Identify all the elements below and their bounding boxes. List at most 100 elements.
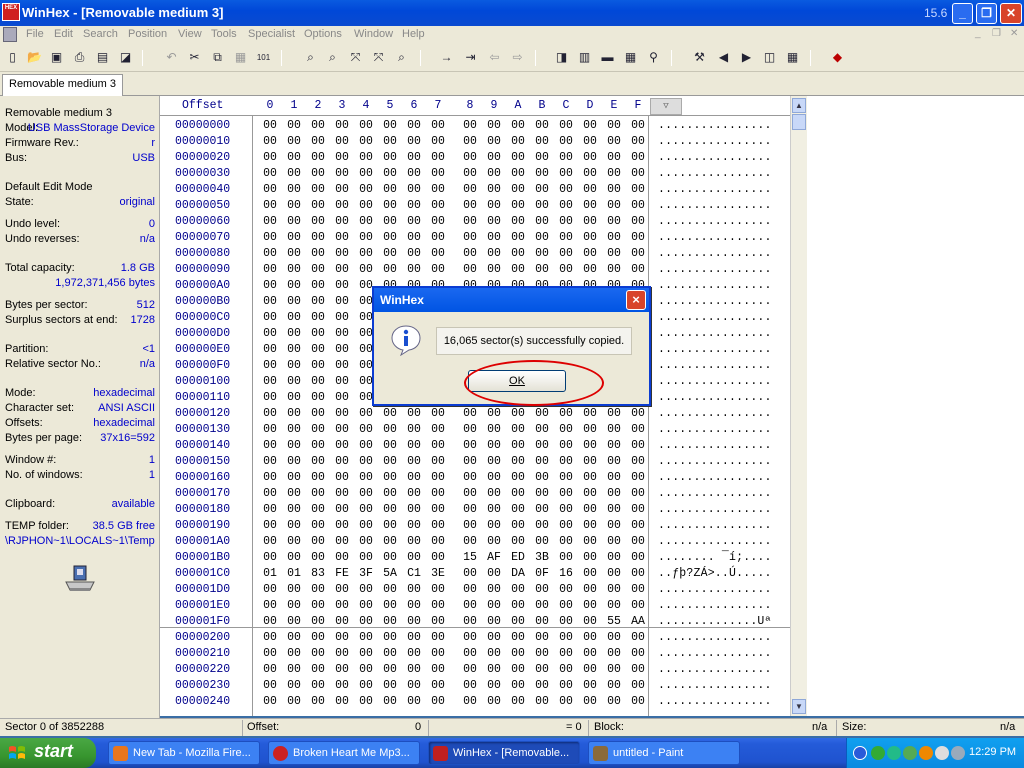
hex-byte[interactable]: 00 [428,519,448,532]
hex-byte[interactable]: 00 [604,119,624,132]
hex-byte[interactable]: 00 [260,279,280,292]
hex-byte[interactable]: 00 [308,295,328,308]
hex-byte[interactable]: 00 [428,663,448,676]
hex-byte[interactable]: 00 [332,471,352,484]
hex-byte[interactable]: 00 [580,663,600,676]
hex-byte[interactable]: 00 [428,183,448,196]
hex-byte[interactable]: 00 [332,199,352,212]
hex-byte[interactable]: 00 [356,215,376,228]
hex-byte[interactable]: 00 [356,695,376,708]
hex-byte[interactable]: FE [332,567,352,580]
hex-byte[interactable]: 00 [284,503,304,516]
hex-byte[interactable]: 00 [628,455,648,468]
hex-byte[interactable]: 00 [460,583,480,596]
hex-byte[interactable]: 00 [404,615,424,628]
hex-byte[interactable]: 00 [428,247,448,260]
hex-byte[interactable]: 00 [404,679,424,692]
hex-byte[interactable]: 00 [508,247,528,260]
hex-byte[interactable]: 00 [428,151,448,164]
hex-byte[interactable]: 00 [556,135,576,148]
hex-byte[interactable]: 00 [332,503,352,516]
hex-byte[interactable]: 00 [604,503,624,516]
hex-byte[interactable]: 00 [356,663,376,676]
hex-byte[interactable]: 00 [532,487,552,500]
row-text[interactable]: ................ [658,279,772,292]
paste-icon[interactable]: ▦ [232,49,249,66]
hex-byte[interactable]: 00 [428,407,448,420]
hex-byte[interactable]: 00 [428,631,448,644]
hex-byte[interactable]: 00 [460,439,480,452]
hex-byte[interactable]: 00 [380,487,400,500]
properties-icon[interactable]: ▤ [94,49,111,66]
hex-byte[interactable]: 00 [604,535,624,548]
hex-row[interactable]: 00000000 00 00 00 00 00 00 00 00 00 00 00 00 00 00 00 00… [160,118,790,134]
row-text[interactable]: ................ [658,503,772,516]
hex-byte[interactable]: 00 [604,423,624,436]
hex-byte[interactable]: 00 [508,423,528,436]
hex-byte[interactable]: 00 [508,135,528,148]
hex-byte[interactable]: 00 [580,599,600,612]
hex-byte[interactable]: 00 [428,199,448,212]
hex-byte[interactable]: 00 [604,439,624,452]
hex-byte[interactable]: 00 [332,615,352,628]
hex-byte[interactable]: 00 [404,439,424,452]
hex-byte[interactable]: 00 [308,327,328,340]
hex-byte[interactable]: 00 [332,359,352,372]
hex-row[interactable]: 00000190 00 00 00 00 00 00 00 00 00 00 00 00 00 00 00 00… [160,518,790,534]
hex-byte[interactable]: 00 [332,663,352,676]
hex-byte[interactable]: 00 [356,263,376,276]
hex-byte[interactable]: 00 [308,631,328,644]
hex-byte[interactable]: 00 [428,263,448,276]
hex-row[interactable]: 00000230 00 00 00 00 00 00 00 00 00 00 00 00 00 00 00 00… [160,678,790,694]
hex-byte[interactable]: 83 [308,567,328,580]
cut-icon[interactable]: ✂ [186,49,203,66]
row-text[interactable]: ..............Uª [658,615,772,628]
hex-byte[interactable]: 00 [308,583,328,596]
hex-byte[interactable]: 00 [308,679,328,692]
row-text[interactable]: ................ [658,599,772,612]
hex-byte[interactable]: 00 [260,391,280,404]
hex-row[interactable]: 00000060 00 00 00 00 00 00 00 00 00 00 00 00 00 00 00 00… [160,214,790,230]
open-folder-icon[interactable]: 📂 [26,49,43,66]
row-text[interactable]: ................ [658,407,772,420]
disk-editor-icon[interactable]: ▥ [576,49,593,66]
row-text[interactable]: ................ [658,535,772,548]
row-text[interactable]: ................ [658,231,772,244]
hex-byte[interactable]: ED [508,551,528,564]
row-text[interactable]: ................ [658,631,772,644]
hex-byte[interactable]: 00 [404,199,424,212]
hex-byte[interactable]: 00 [380,695,400,708]
hex-byte[interactable]: 00 [332,167,352,180]
close-button[interactable]: ✕ [1000,3,1022,24]
hex-byte[interactable]: 00 [380,439,400,452]
hex-byte[interactable]: 00 [484,263,504,276]
hex-byte[interactable]: 00 [404,183,424,196]
hex-byte[interactable]: 00 [260,631,280,644]
hex-byte[interactable]: 00 [556,695,576,708]
hex-byte[interactable]: 00 [332,583,352,596]
menu-specialist[interactable]: Specialist [248,28,295,40]
print-icon[interactable]: ⎙ [71,49,88,66]
hex-byte[interactable]: 00 [260,151,280,164]
hex-byte[interactable]: 00 [460,631,480,644]
hex-byte[interactable]: 00 [428,135,448,148]
hex-byte[interactable]: 00 [556,647,576,660]
hex-byte[interactable]: 00 [332,695,352,708]
hex-byte[interactable]: 00 [484,183,504,196]
hex-byte[interactable]: 00 [308,151,328,164]
hex-byte[interactable]: 00 [260,375,280,388]
hex-byte[interactable]: 00 [484,455,504,468]
hex-byte[interactable]: 00 [508,679,528,692]
row-text[interactable]: ................ [658,423,772,436]
hex-byte[interactable]: 00 [308,663,328,676]
hex-byte[interactable]: 00 [604,647,624,660]
open-disk2-icon[interactable]: ◨ [553,49,570,66]
hex-byte[interactable]: 3B [532,551,552,564]
hex-byte[interactable]: 00 [308,279,328,292]
hex-row[interactable]: 000001F0 00 00 00 00 00 00 00 00 00 00 00 00 00 00 55 AA… [160,614,790,630]
hex-row[interactable]: 00000240 00 00 00 00 00 00 00 00 00 00 00 00 00 00 00 00… [160,694,790,710]
hex-byte[interactable]: 00 [460,599,480,612]
hex-byte[interactable]: 00 [260,119,280,132]
back-icon[interactable]: ⇦ [486,49,503,66]
hex-byte[interactable]: 00 [628,551,648,564]
